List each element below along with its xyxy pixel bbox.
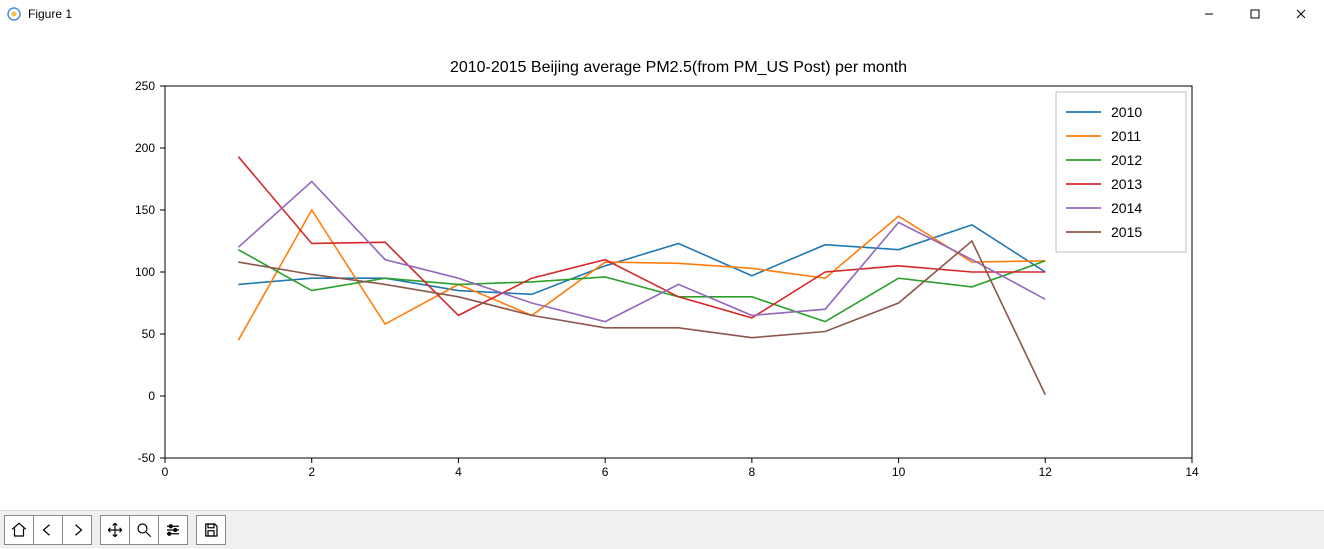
back-icon (39, 521, 57, 539)
window-controls (1186, 0, 1324, 28)
minimize-icon (1204, 9, 1214, 19)
zoom-icon (135, 521, 153, 539)
configure-icon (164, 521, 182, 539)
x-tick-label: 4 (455, 465, 462, 479)
titlebar-left: Figure 1 (6, 6, 72, 22)
legend-label: 2012 (1111, 152, 1142, 168)
pan-icon (106, 521, 124, 539)
legend-label: 2013 (1111, 176, 1142, 192)
y-tick-label: 200 (135, 141, 155, 155)
app-icon (6, 6, 22, 22)
minimize-button[interactable] (1186, 0, 1232, 28)
series-2012 (238, 250, 1045, 322)
toolbar-group-save (196, 515, 226, 545)
forward-icon (68, 521, 86, 539)
y-tick-label: 250 (135, 79, 155, 93)
y-tick-label: 0 (148, 389, 155, 403)
configure-button[interactable] (159, 516, 187, 544)
legend-label: 2011 (1111, 128, 1141, 144)
plot-area[interactable]: 2010-2015 Beijing average PM2.5(from PM_… (0, 28, 1324, 511)
y-tick-label: -50 (138, 451, 156, 465)
titlebar: Figure 1 (0, 0, 1324, 28)
x-tick-label: 0 (162, 465, 169, 479)
toolbar-group-nav (4, 515, 92, 545)
save-icon (202, 521, 220, 539)
home-button[interactable] (5, 516, 34, 544)
series-2011 (238, 210, 1045, 340)
y-tick-label: 150 (135, 203, 155, 217)
pan-button[interactable] (101, 516, 130, 544)
chart-title: 2010-2015 Beijing average PM2.5(from PM_… (450, 59, 907, 76)
maximize-icon (1250, 9, 1260, 19)
x-tick-label: 14 (1185, 465, 1199, 479)
legend-label: 2010 (1111, 104, 1142, 120)
maximize-button[interactable] (1232, 0, 1278, 28)
save-button[interactable] (197, 516, 225, 544)
y-tick-label: 50 (142, 327, 156, 341)
series-2015 (238, 241, 1045, 395)
x-tick-label: 10 (892, 465, 906, 479)
home-icon (10, 521, 28, 539)
series-2014 (238, 181, 1045, 321)
matplotlib-toolbar (0, 510, 1324, 549)
back-button[interactable] (34, 516, 63, 544)
x-tick-label: 8 (749, 465, 756, 479)
y-tick-label: 100 (135, 265, 155, 279)
legend-label: 2014 (1111, 200, 1142, 216)
x-tick-label: 2 (308, 465, 315, 479)
close-icon (1296, 9, 1306, 19)
x-tick-label: 6 (602, 465, 609, 479)
figure-window: Figure 1 2010-2015 Beijing average PM2.5… (0, 0, 1324, 549)
close-button[interactable] (1278, 0, 1324, 28)
legend-label: 2015 (1111, 224, 1142, 240)
toolbar-group-view (100, 515, 188, 545)
window-title: Figure 1 (28, 7, 72, 21)
forward-button[interactable] (63, 516, 91, 544)
chart-svg: 2010-2015 Beijing average PM2.5(from PM_… (0, 28, 1324, 511)
x-tick-label: 12 (1039, 465, 1053, 479)
series-2013 (238, 157, 1045, 318)
zoom-button[interactable] (130, 516, 159, 544)
